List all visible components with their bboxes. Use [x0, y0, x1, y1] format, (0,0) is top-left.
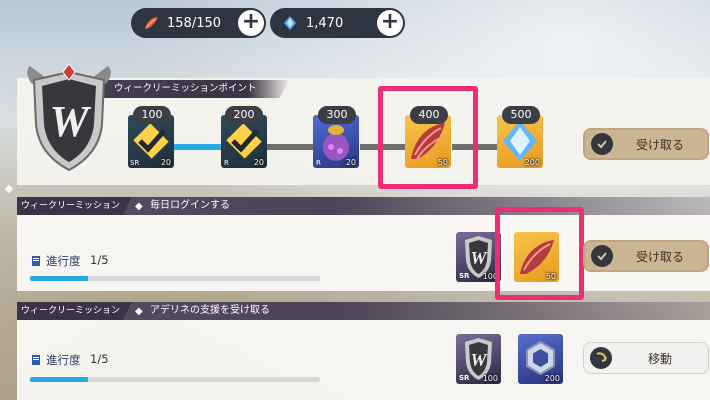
add-wings-button[interactable]: + [238, 10, 264, 36]
milestone-200-count: 20 [253, 158, 264, 167]
svg-text:W: W [49, 97, 91, 146]
points-track-completed [172, 144, 222, 150]
check-icon [591, 245, 613, 267]
mission-2-reward-medal[interactable]: 200 [518, 334, 563, 384]
mission-2-reward-shield[interactable]: W SR 100 [456, 334, 501, 384]
gems-currency-bar: 1,470 + [270, 8, 405, 38]
milestone-500-count: 200 [524, 158, 540, 167]
mission-2-header: ウィークリーミッション ◆ アデリネの支援を受け取る [17, 302, 710, 320]
milestone-100-count: 20 [160, 158, 171, 167]
svg-text:W: W [470, 248, 488, 268]
mission-1-claim-label: 受け取る [635, 249, 684, 264]
progress-label-text: 進行度 [46, 254, 81, 268]
wings-value: 158/150 [167, 15, 222, 31]
milestone-300-points: 300 [318, 106, 356, 124]
milestone-500-points: 500 [502, 106, 540, 124]
mission-2-progress-label: 進行度 [30, 352, 81, 368]
move-arrow-icon [590, 347, 612, 369]
mission-1-progress-label: 進行度 [30, 253, 81, 269]
mission-1-progress-fill [30, 276, 88, 281]
book-icon [32, 355, 40, 365]
svg-text:W: W [470, 350, 488, 370]
wing-icon [145, 17, 158, 29]
milestone-200-points: 200 [225, 106, 263, 124]
mission-1-claim-button[interactable]: 受け取る [583, 240, 709, 272]
mission-2-move-label: 移動 [647, 351, 672, 366]
mission-2-title: アデリネの支援を受け取る [150, 305, 270, 316]
mission-2-progress-bar [30, 377, 320, 382]
check-icon [591, 133, 613, 155]
book-icon [32, 256, 40, 266]
add-gems-button[interactable]: + [377, 10, 403, 36]
mission-1-header: ウィークリーミッション ◆ 毎日ログインする [17, 197, 710, 215]
gems-value: 1,470 [306, 15, 344, 31]
mission-2-reward-shield-count: 100 [482, 374, 498, 383]
weekly-claim-button[interactable]: 受け取る [583, 128, 709, 160]
highlight-frame [378, 86, 478, 189]
highlight-frame [495, 207, 584, 300]
mission-2-tag: ウィークリーミッション [17, 302, 133, 320]
milestone-300-rarity: R [316, 159, 321, 167]
mission-2-reward-rarity: SR [459, 374, 470, 382]
weekly-shield-emblem-icon: W [27, 63, 111, 172]
diamond-icon: ◆ [135, 201, 143, 212]
gem-icon [284, 16, 296, 30]
milestone-100-points: 100 [133, 106, 171, 124]
mission-1-progress-bar [30, 276, 320, 281]
mission-2-reward-medal-count: 200 [544, 374, 560, 383]
mission-1-reward-rarity: SR [459, 272, 470, 280]
mission-1-title: 毎日ログインする [150, 200, 230, 211]
weekly-claim-label: 受け取る [635, 137, 684, 152]
milestone-200-rarity: R [224, 159, 229, 167]
mission-2-progress-value: 1/5 [90, 352, 109, 366]
mission-2-move-button[interactable]: 移動 [583, 342, 709, 374]
wings-currency-bar: 158/150 + [131, 8, 266, 38]
mission-2-progress-fill [30, 377, 88, 382]
mission-1-progress-value: 1/5 [90, 253, 109, 267]
diamond-icon: ◆ [135, 306, 143, 317]
milestone-300-count: 20 [345, 158, 356, 167]
progress-label-text: 進行度 [46, 353, 81, 367]
mission-1-tag: ウィークリーミッション [17, 197, 133, 215]
milestone-100-rarity: SR [130, 159, 140, 167]
